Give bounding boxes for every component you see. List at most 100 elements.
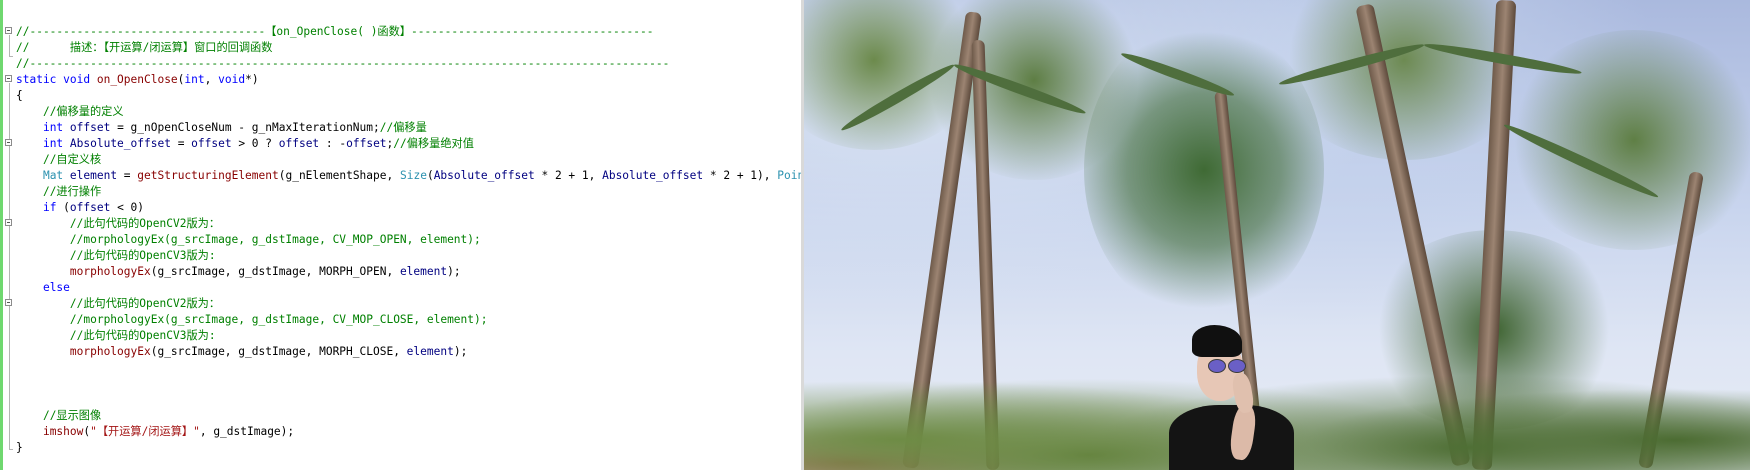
code-token: //显示图像 (42, 409, 102, 422)
code-token: void (56, 73, 91, 86)
code-token: element (63, 169, 118, 182)
code-token: //此句代码的OpenCV2版为： (69, 297, 221, 310)
code-token: Absolute_offset (63, 137, 171, 150)
code-token: //morphologyEx(g_srcImage, g_dstImage, C… (69, 313, 488, 326)
code-editor-pane[interactable]: //-----------------------------------【on… (0, 0, 801, 470)
fold-guide (9, 35, 10, 56)
code-token: ); (453, 345, 468, 358)
code-line[interactable]: Mat element = getStructuringElement(g_nE… (16, 168, 801, 184)
code-token: offset (346, 137, 387, 150)
sunglasses (1208, 359, 1248, 373)
code-token: (g_srcImage, g_dstImage, MORPH_OPEN, (150, 265, 400, 278)
code-token: on_OpenClose (90, 73, 178, 86)
code-line[interactable]: //此句代码的OpenCV3版为: (16, 248, 801, 264)
code-line[interactable]: //此句代码的OpenCV2版为： (16, 216, 801, 232)
code-line[interactable]: morphologyEx(g_srcImage, g_dstImage, MOR… (16, 264, 801, 280)
code-token: if (42, 201, 57, 214)
code-token: //进行操作 (42, 185, 102, 198)
code-token: offset (191, 137, 232, 150)
code-token: ); (447, 265, 461, 278)
result-image-window (804, 0, 1750, 470)
code-token: offset (63, 121, 111, 134)
code-token: : - (319, 137, 347, 150)
collapse-block-icon[interactable] (5, 219, 12, 226)
code-token: * 2 + 1), (703, 169, 778, 182)
code-line[interactable] (16, 376, 801, 392)
code-line[interactable]: //自定义核 (16, 152, 801, 168)
fold-guide-end (9, 56, 13, 57)
code-line[interactable]: //此句代码的OpenCV3版为: (16, 328, 801, 344)
code-token: Absolute_offset (602, 169, 704, 182)
fold-guide (9, 83, 10, 449)
code-line[interactable]: static void on_OpenClose(int, void*) (16, 72, 801, 88)
code-token: * 2 + 1, (534, 169, 603, 182)
code-token: void (218, 73, 246, 86)
code-token: getStructuringElement (137, 169, 279, 182)
code-line[interactable]: else (16, 280, 801, 296)
code-token: Size (399, 169, 427, 182)
code-token: element (399, 265, 448, 278)
code-line[interactable]: morphologyEx(g_srcImage, g_dstImage, MOR… (16, 344, 801, 360)
code-token: //此句代码的OpenCV3版为: (69, 329, 216, 342)
collapse-block-icon[interactable] (5, 299, 12, 306)
code-token: Point (777, 169, 801, 182)
code-token: //此句代码的OpenCV3版为: (69, 249, 216, 262)
code-line[interactable]: //进行操作 (16, 184, 801, 200)
code-line[interactable]: //morphologyEx(g_srcImage, g_dstImage, C… (16, 232, 801, 248)
code-text[interactable]: //-----------------------------------【on… (16, 24, 801, 456)
code-token: static (16, 73, 57, 86)
code-line[interactable]: int offset = g_nOpenCloseNum - g_nMaxIte… (16, 120, 801, 136)
code-token: //-----------------------------------【on… (16, 25, 654, 38)
code-line[interactable]: //此句代码的OpenCV2版为： (16, 296, 801, 312)
code-token: , (204, 73, 219, 86)
code-token: < 0) (110, 201, 145, 214)
code-line[interactable]: { (16, 88, 801, 104)
code-line[interactable] (16, 360, 801, 376)
code-token: (g_nElementShape, (278, 169, 400, 182)
code-token: //自定义核 (42, 153, 102, 166)
code-line[interactable]: //-----------------------------------【on… (16, 24, 801, 40)
code-token: morphologyEx (69, 265, 151, 278)
code-token: //此句代码的OpenCV2版为： (69, 217, 221, 230)
code-token: "【开运算/闭运算】" (90, 425, 200, 438)
code-line[interactable]: //--------------------------------------… (16, 56, 801, 72)
collapse-comment-icon[interactable] (5, 27, 12, 34)
code-line[interactable]: if (offset < 0) (16, 200, 801, 216)
fold-guide-end (9, 449, 13, 450)
person (1164, 325, 1304, 470)
collapse-function-icon[interactable] (5, 75, 12, 82)
code-token: // 描述：【开运算/闭运算】窗口的回调函数 (16, 41, 273, 54)
collapse-block-icon[interactable] (5, 139, 12, 146)
code-line[interactable]: } (16, 440, 801, 456)
code-token: > 0 ? (231, 137, 279, 150)
code-token: offset (69, 201, 111, 214)
code-token: //偏移量的定义 (42, 105, 124, 118)
code-line[interactable]: int Absolute_offset = offset > 0 ? offse… (16, 136, 801, 152)
code-line[interactable]: //偏移量的定义 (16, 104, 801, 120)
code-line[interactable] (16, 392, 801, 408)
code-token: = (117, 169, 138, 182)
code-line[interactable]: //morphologyEx(g_srcImage, g_dstImage, C… (16, 312, 801, 328)
code-line[interactable]: // 描述：【开运算/闭运算】窗口的回调函数 (16, 40, 801, 56)
code-token: (g_srcImage, g_dstImage, MORPH_CLOSE, (150, 345, 407, 358)
code-token: //--------------------------------------… (16, 57, 670, 70)
code-token: { (16, 89, 23, 102)
code-token: Mat (42, 169, 64, 182)
outline-gutter (3, 0, 15, 470)
code-token: int (42, 121, 64, 134)
code-line[interactable]: imshow("【开运算/闭运算】", g_dstImage); (16, 424, 801, 440)
code-line[interactable]: //显示图像 (16, 408, 801, 424)
